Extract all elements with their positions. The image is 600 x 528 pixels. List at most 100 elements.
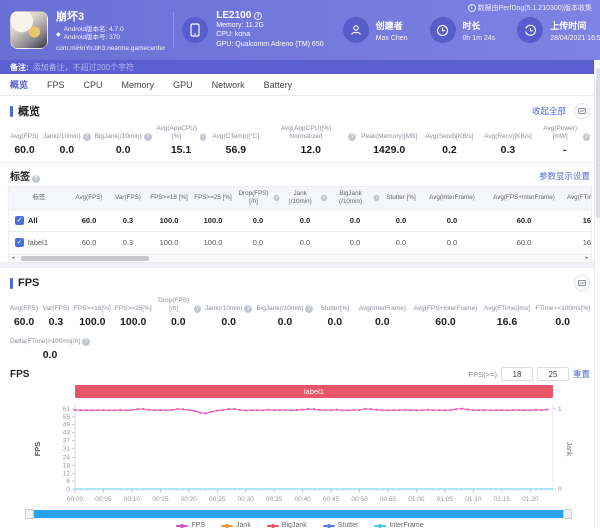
info-icon[interactable]: ? <box>244 305 253 313</box>
fps-card: FPS Avg(FPS) 60.0 Var(FPS) 0.3 FPS>=18[%] 100… <box>0 268 600 528</box>
stat-value: 0.0 <box>42 349 58 361</box>
legend-item-fps[interactable]: FPS <box>176 522 205 528</box>
stat-label: Avg(FTime)[ms] <box>484 305 530 312</box>
info-icon[interactable]: ? <box>305 305 314 313</box>
info-icon[interactable]: ? <box>143 133 152 141</box>
table-cell: 0.3 <box>122 215 134 225</box>
tab-gpu[interactable]: GPU <box>173 80 193 90</box>
svg-text:61: 61 <box>63 406 71 413</box>
table-scroll-thumb[interactable] <box>21 256 149 261</box>
chart-legend: FPS Jank BigJank Stutter InterFrame <box>0 522 600 528</box>
table-cell: 0.0 <box>299 237 311 247</box>
collapse-all-link[interactable]: 收起全部 <box>532 105 566 117</box>
legend-marker <box>374 523 387 528</box>
creator-group: 创建者 Max Chen <box>342 17 408 43</box>
legend-item-stutter[interactable]: Stutter <box>322 522 358 528</box>
page-scrollbar[interactable] <box>594 60 600 528</box>
labels-info-icon[interactable]: ? <box>32 175 40 183</box>
stat-value: 60.0 <box>435 316 456 328</box>
table-hscrollbar[interactable]: ◄ ► <box>8 254 592 263</box>
legend-label: InterFrame <box>389 522 424 528</box>
diamond-icon: ◆ <box>56 31 61 38</box>
phone-icon <box>182 17 209 43</box>
stat-value: 0.0 <box>170 316 186 328</box>
info-icon[interactable]: ? <box>583 133 591 141</box>
svg-text:55: 55 <box>63 414 71 421</box>
info-icon[interactable]: ? <box>199 133 207 141</box>
svg-text:00:10: 00:10 <box>124 496 141 503</box>
svg-text:00:45: 00:45 <box>323 496 340 503</box>
stat-jank-10min-: Jank(/10min)? 0.0 <box>41 125 93 156</box>
stat-label: BigJank(/10min)? <box>256 297 314 313</box>
legend-item-jank[interactable]: Jank <box>221 522 251 528</box>
stat-label: Avg(AppCPU)[%] Normalized? <box>265 125 357 141</box>
fps-threshold-controls: FPS(>=) 重置 <box>469 367 590 381</box>
stat-value: 12.0 <box>300 144 321 156</box>
threshold-input-1[interactable] <box>500 367 533 381</box>
fps-stats-row2: Delta(FTime)>100ms[/h]? 0.0 <box>0 330 600 363</box>
tab-network[interactable]: Network <box>212 80 245 90</box>
info-icon[interactable]: ? <box>373 194 380 202</box>
stat-value: 0.3 <box>48 316 64 328</box>
overview-stats: Avg(FPS) 60.0 Jank(/10min)? 0.0 BigJank(/10m… <box>0 121 600 158</box>
stat-avg-send-kb-s-: Avg(Send)[KB/s] 0.2 <box>420 125 478 156</box>
svg-text:18: 18 <box>63 462 71 469</box>
table-cell: 100.0 <box>159 237 179 247</box>
table-cell: 0.0 <box>299 215 311 225</box>
table-cell: 0.0 <box>446 215 458 225</box>
device-cpu: CPU: kona <box>216 31 251 38</box>
page-scroll-thumb[interactable] <box>596 68 600 218</box>
table-cell: 0.3 <box>122 237 134 247</box>
stat-value: 0.0 <box>555 316 570 328</box>
svg-text:12: 12 <box>63 470 71 477</box>
scroll-left-arrow[interactable]: ◄ <box>9 255 17 262</box>
row-checkbox[interactable]: ✓ <box>15 216 24 225</box>
threshold-label: FPS(>=) <box>468 369 497 379</box>
fps-collapse-button[interactable] <box>574 275 590 291</box>
info-icon[interactable]: ? <box>193 305 201 313</box>
column-header: Stutter [%] <box>386 194 416 201</box>
legend-item-bigjank[interactable]: BigJank <box>266 522 307 528</box>
tab-fps[interactable]: FPS <box>47 80 65 90</box>
note-bar[interactable]: 备注: 添加备注，不超过200个字符 <box>0 60 600 74</box>
info-icon[interactable]: ? <box>82 338 91 346</box>
stat-label: Avg(FPS) <box>10 133 39 140</box>
info-icon[interactable]: ? <box>273 194 280 202</box>
tab-cpu[interactable]: CPU <box>84 80 103 90</box>
stat-label: Avg(Send)[KB/s] <box>425 133 474 140</box>
app-version-name: Android版本名: 4.7.0 <box>63 26 124 33</box>
overview-collapse-button[interactable] <box>574 103 590 119</box>
tab-memory[interactable]: Memory <box>122 80 155 90</box>
labels-table: 标签 Avg(FPS) Var(FPS) FPS>=18 [%] FPS>=25 [%]… <box>8 186 592 253</box>
chart-scroll-left-handle[interactable] <box>25 509 34 519</box>
label1-band[interactable]: label1 <box>75 385 553 398</box>
chart-scroll-right-handle[interactable] <box>563 509 572 519</box>
tab-概览[interactable]: 概览 <box>10 78 28 91</box>
table-cell: 60.0 <box>81 215 97 225</box>
info-icon[interactable]: ? <box>321 194 328 202</box>
threshold-input-2[interactable] <box>536 367 569 381</box>
stat-label: Delta(FTime)>100ms[/h]? <box>10 330 91 346</box>
legend-marker <box>221 523 234 528</box>
tab-battery[interactable]: Battery <box>264 80 293 90</box>
column-header: Avg(InterFrame) <box>429 194 475 201</box>
reset-button[interactable]: 重置 <box>573 368 590 380</box>
svg-text:00:40: 00:40 <box>294 496 311 503</box>
upload-group: 上传时间 28/04/2021 16:54:46 <box>517 17 600 43</box>
info-icon[interactable]: ? <box>82 133 91 141</box>
svg-text:00:20: 00:20 <box>181 496 198 503</box>
info-icon[interactable]: ? <box>348 133 357 141</box>
legend-marker <box>266 523 279 528</box>
device-info-icon[interactable]: i <box>254 12 263 20</box>
chart-hscrollbar[interactable] <box>25 509 572 519</box>
stat-bigjank-10min-: BigJank(/10min)? 0.0 <box>254 297 315 328</box>
row-name: label1 <box>28 237 49 247</box>
svg-text:01:05: 01:05 <box>437 496 454 503</box>
svg-text:37: 37 <box>63 437 71 444</box>
stat-var-fps-: Var(FPS) 0.3 <box>40 297 72 328</box>
legend-item-interframe[interactable]: InterFrame <box>374 522 424 528</box>
table-header-row: 标签 Avg(FPS) Var(FPS) FPS>=18 [%] FPS>=25 [%]… <box>9 187 591 209</box>
scroll-right-arrow[interactable]: ► <box>583 255 591 262</box>
param-settings-link[interactable]: 参数显示设置 <box>539 170 590 182</box>
row-checkbox[interactable]: ✓ <box>15 238 24 247</box>
